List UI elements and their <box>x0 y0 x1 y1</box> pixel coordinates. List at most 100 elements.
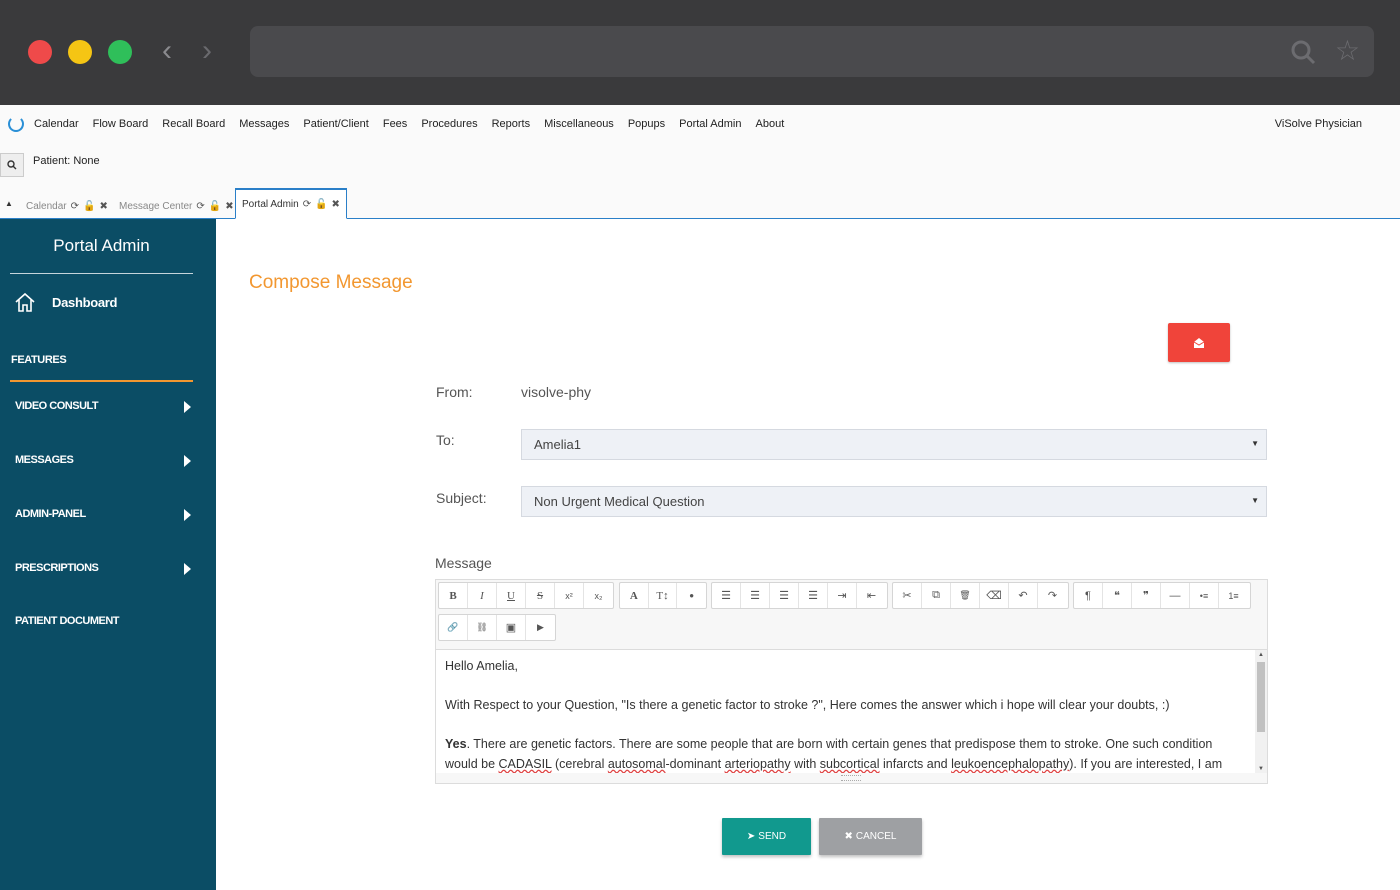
chevron-left-icon[interactable]: ‹ <box>162 36 172 66</box>
close-window-button[interactable] <box>28 40 52 64</box>
paragraph-icon[interactable]: ¶ <box>1074 583 1103 608</box>
menu-miscellaneous[interactable]: Miscellaneous <box>544 118 614 130</box>
divider <box>10 380 193 382</box>
star-icon[interactable]: ☆ <box>1335 37 1360 65</box>
sidebar: Portal Admin Dashboard FEATURES VIDEO CO… <box>0 219 216 890</box>
inbox-button[interactable] <box>1168 323 1230 362</box>
chevron-right-icon[interactable]: › <box>202 36 212 66</box>
cancel-button-label: CANCEL <box>855 831 897 842</box>
sidebar-item-video-consult[interactable]: VIDEO CONSULT <box>15 400 195 420</box>
menu-portal-admin[interactable]: Portal Admin <box>679 118 741 130</box>
menu-popups[interactable]: Popups <box>628 118 665 130</box>
sidebar-item-label: ADMIN-PANEL <box>15 508 86 520</box>
italic-button[interactable]: I <box>468 583 497 608</box>
unlock-icon[interactable]: 🔓 <box>83 201 95 212</box>
caret-up-icon[interactable]: ▲ <box>5 199 13 208</box>
underline-button[interactable]: U <box>497 583 526 608</box>
scissors-icon[interactable]: ✂ <box>893 583 922 608</box>
sidebar-item-dashboard[interactable]: Dashboard <box>14 291 118 313</box>
trash-icon[interactable]: 🗑 <box>951 583 980 608</box>
numbered-list-icon[interactable]: 1≡ <box>1219 583 1248 608</box>
close-icon[interactable]: ✖ <box>332 199 340 210</box>
align-justify-icon[interactable]: ☰ <box>799 583 828 608</box>
color-drop-icon[interactable]: ● <box>677 583 706 608</box>
image-icon[interactable]: ▣ <box>497 615 526 640</box>
send-button[interactable]: ➤ SEND <box>722 818 811 855</box>
tab-portal-admin[interactable]: Portal Admin ⟳ 🔓 ✖ <box>235 188 347 219</box>
superscript-button[interactable]: x² <box>555 583 584 608</box>
subject-select[interactable]: Non Urgent Medical Question ▼ <box>521 486 1267 517</box>
font-size-button[interactable]: T↕ <box>649 583 678 608</box>
link-icon[interactable]: 🔗 <box>439 615 468 640</box>
quote-open-icon[interactable]: ❝ <box>1103 583 1132 608</box>
cancel-button[interactable]: ✖ CANCEL <box>819 818 922 855</box>
user-name[interactable]: ViSolve Physician <box>1275 118 1362 130</box>
font-button[interactable]: A <box>620 583 649 608</box>
patient-bar: Patient: None <box>0 143 1400 187</box>
toolbar-group-font-style: B I U S x² x₂ <box>438 582 614 609</box>
editor-resize-handle[interactable] <box>841 775 861 781</box>
from-value: visolve-phy <box>521 384 592 400</box>
redo-icon[interactable]: ↷ <box>1038 583 1067 608</box>
paper-plane-icon: ➤ <box>746 831 756 842</box>
scrollbar-thumb[interactable] <box>1257 662 1265 732</box>
horizontal-rule-icon[interactable]: — <box>1161 583 1190 608</box>
tab-message-center[interactable]: Message Center ⟳ 🔓 ✖ <box>113 193 240 219</box>
unlock-icon[interactable]: 🔓 <box>315 199 327 210</box>
scroll-down-icon[interactable]: ▼ <box>1258 766 1264 772</box>
patient-search-button[interactable] <box>0 153 24 177</box>
eraser-icon[interactable]: ⌫ <box>980 583 1009 608</box>
menu-procedures[interactable]: Procedures <box>421 118 477 130</box>
sidebar-item-prescriptions[interactable]: PRESCRIPTIONS <box>15 562 195 582</box>
outdent-icon[interactable]: ⇤ <box>857 583 886 608</box>
menu-fees[interactable]: Fees <box>383 118 407 130</box>
indent-icon[interactable]: ⇥ <box>828 583 857 608</box>
editor-scrollbar[interactable]: ▲ ▼ <box>1255 650 1267 773</box>
maximize-window-button[interactable] <box>108 40 132 64</box>
close-icon[interactable]: ✖ <box>99 201 107 212</box>
undo-icon[interactable]: ↶ <box>1009 583 1038 608</box>
menu-about[interactable]: About <box>756 118 785 130</box>
sidebar-section-title: FEATURES <box>11 354 67 366</box>
toolbar-group-insert: 🔗 ⛓ ▣ ▶ <box>438 614 556 641</box>
search-icon[interactable] <box>1290 39 1316 65</box>
refresh-icon[interactable]: ⟳ <box>303 199 311 210</box>
message-intro: With Respect to your Question, "Is there… <box>445 698 1170 712</box>
scroll-up-icon[interactable]: ▲ <box>1258 652 1264 658</box>
align-center-icon[interactable]: ☰ <box>741 583 770 608</box>
tab-bar: ▲ Calendar ⟳ 🔓 ✖ Message Center ⟳ 🔓 ✖ Po… <box>0 187 1400 219</box>
app-menubar: Calendar Flow Board Recall Board Message… <box>0 105 1400 143</box>
refresh-icon[interactable]: ⟳ <box>196 201 204 212</box>
quote-close-icon[interactable]: ❞ <box>1132 583 1161 608</box>
align-right-icon[interactable]: ☰ <box>770 583 799 608</box>
sidebar-item-patient-document[interactable]: PATIENT DOCUMENT <box>15 615 195 635</box>
tab-label: Portal Admin <box>242 198 299 210</box>
video-icon[interactable]: ▶ <box>526 615 555 640</box>
menu-messages[interactable]: Messages <box>239 118 289 130</box>
sidebar-item-messages[interactable]: MESSAGES <box>15 454 195 474</box>
home-icon <box>15 292 35 312</box>
strikethrough-button[interactable]: S <box>526 583 555 608</box>
close-icon[interactable]: ✖ <box>225 201 233 212</box>
align-left-icon[interactable]: ☰ <box>712 583 741 608</box>
address-bar[interactable]: ☆ <box>250 26 1374 77</box>
from-label: From: <box>436 384 473 400</box>
copy-icon[interactable]: ⧉ <box>922 583 951 608</box>
bullet-list-icon[interactable]: •≡ <box>1190 583 1219 608</box>
sidebar-item-admin-panel[interactable]: ADMIN-PANEL <box>15 508 195 528</box>
menu-patient-client[interactable]: Patient/Client <box>303 118 368 130</box>
bold-button[interactable]: B <box>439 583 468 608</box>
menu-reports[interactable]: Reports <box>492 118 531 130</box>
subject-select-value: Non Urgent Medical Question <box>534 494 705 509</box>
message-body-editor[interactable]: Hello Amelia, With Respect to your Quest… <box>436 649 1267 773</box>
refresh-icon[interactable]: ⟳ <box>71 201 79 212</box>
menu-flow-board[interactable]: Flow Board <box>93 118 149 130</box>
subscript-button[interactable]: x₂ <box>584 583 613 608</box>
minimize-window-button[interactable] <box>68 40 92 64</box>
to-select[interactable]: Amelia1 ▼ <box>521 429 1267 460</box>
menu-calendar[interactable]: Calendar <box>34 118 79 130</box>
tab-calendar[interactable]: Calendar ⟳ 🔓 ✖ <box>20 193 114 219</box>
unlink-icon[interactable]: ⛓ <box>468 615 497 640</box>
unlock-icon[interactable]: 🔓 <box>209 201 221 212</box>
menu-recall-board[interactable]: Recall Board <box>162 118 225 130</box>
